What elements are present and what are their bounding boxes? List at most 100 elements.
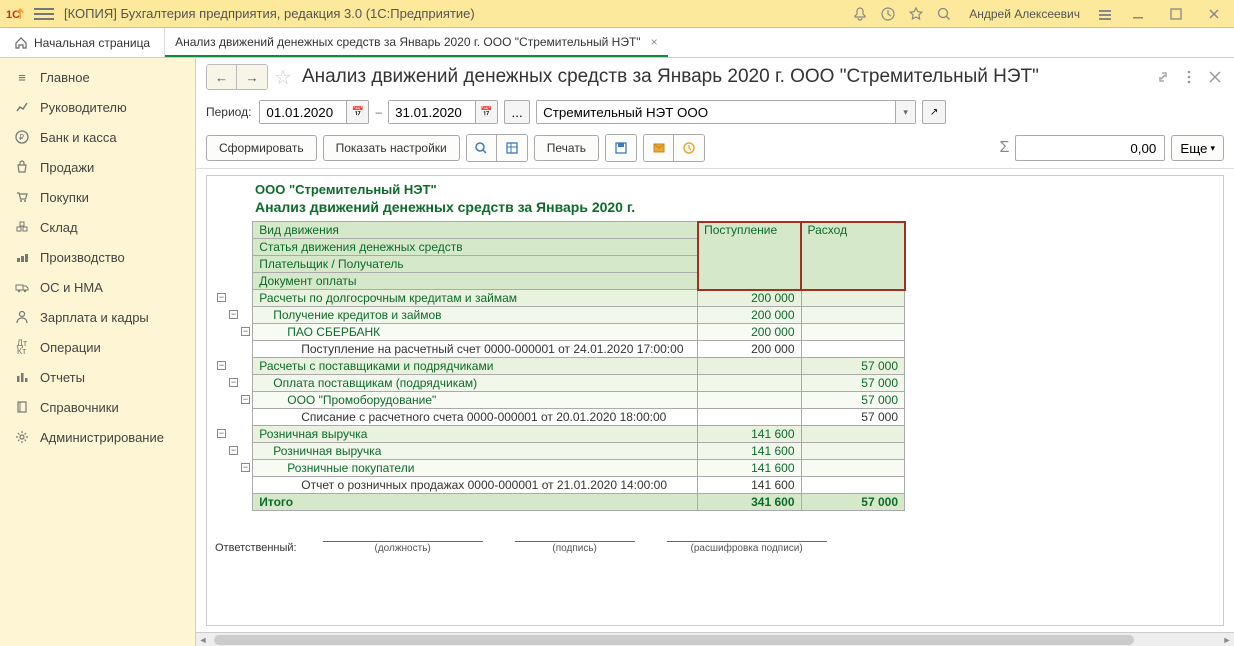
star-icon[interactable] <box>907 5 925 23</box>
bell-icon[interactable] <box>851 5 869 23</box>
tab-close-icon[interactable]: × <box>651 35 658 49</box>
sidebar-item-operations[interactable]: ДтКтОперации <box>0 332 195 362</box>
home-icon <box>14 36 28 50</box>
sidebar-item-reports[interactable]: Отчеты <box>0 362 195 392</box>
username-label[interactable]: Андрей Алексеевич <box>969 5 1080 23</box>
tab-document[interactable]: Анализ движений денежных средств за Янва… <box>165 28 667 57</box>
tab-home[interactable]: Начальная страница <box>0 28 165 57</box>
boxes-icon <box>14 219 30 235</box>
organization-select[interactable]: ▾ <box>536 100 916 124</box>
table-row[interactable]: −Расчеты по долгосрочным кредитам и займ… <box>215 290 905 307</box>
dtkt-icon: ДтКт <box>14 339 30 355</box>
tree-collapse-icon[interactable]: − <box>229 446 238 455</box>
tree-collapse-icon[interactable]: − <box>217 293 226 302</box>
sidebar-item-warehouse[interactable]: Склад <box>0 212 195 242</box>
tree-collapse-icon[interactable]: − <box>241 395 250 404</box>
maximize-icon[interactable] <box>1162 5 1190 23</box>
table-row[interactable]: Списание с расчетного счета 0000-000001 … <box>215 409 905 426</box>
sidebar: ≡Главное Руководителю ₽Банк и касса Прод… <box>0 58 196 646</box>
signature-block: Ответственный: (должность) (подпись) (ра… <box>215 541 1215 554</box>
total-in: 341 600 <box>698 494 801 511</box>
content-area: ← → ☆ Анализ движений денежных средств з… <box>196 58 1234 646</box>
horizontal-scrollbar[interactable]: ◄► <box>196 632 1234 646</box>
organization-field[interactable] <box>537 101 895 123</box>
kebab-icon[interactable] <box>1180 68 1198 86</box>
tree-collapse-icon[interactable]: − <box>217 429 226 438</box>
sidebar-item-main[interactable]: ≡Главное <box>0 62 195 92</box>
tab-bar: Начальная страница Анализ движений денеж… <box>0 28 1234 58</box>
table-row[interactable]: −Оплата поставщикам (подрядчикам)57 000 <box>215 375 905 392</box>
sidebar-item-assets[interactable]: ОС и НМА <box>0 272 195 302</box>
search-icon[interactable] <box>935 5 953 23</box>
person-icon <box>14 309 30 325</box>
history-icon[interactable] <box>879 5 897 23</box>
tree-collapse-icon[interactable]: − <box>241 327 250 336</box>
report-area[interactable]: ООО "Стремительный НЭТ" Анализ движений … <box>196 169 1234 632</box>
tree-collapse-icon[interactable]: − <box>229 310 238 319</box>
link-icon[interactable] <box>1154 68 1172 86</box>
nav-back-button[interactable]: ← <box>207 65 237 89</box>
show-settings-button[interactable]: Показать настройки <box>323 135 460 161</box>
calendar-icon[interactable]: 📅 <box>475 101 497 123</box>
generate-button[interactable]: Сформировать <box>206 135 317 161</box>
date-from-field[interactable] <box>260 101 346 123</box>
user-menu-icon[interactable] <box>1096 5 1114 23</box>
sidebar-item-production[interactable]: Производство <box>0 242 195 272</box>
save-button[interactable] <box>606 135 636 161</box>
table-row[interactable]: −Получение кредитов и займов200 000 <box>215 307 905 324</box>
menu-lines-icon: ≡ <box>14 69 30 85</box>
table-row[interactable]: Поступление на расчетный счет 0000-00000… <box>215 341 905 358</box>
table-row[interactable]: −Розничная выручка141 600 <box>215 426 905 443</box>
date-to-input[interactable]: 📅 <box>388 100 498 124</box>
table-row[interactable]: −ООО "Промоборудование"57 000 <box>215 392 905 409</box>
sidebar-item-catalogs[interactable]: Справочники <box>0 392 195 422</box>
sum-field[interactable] <box>1015 135 1165 161</box>
minimize-icon[interactable] <box>1124 5 1152 23</box>
menu-icon[interactable] <box>34 4 54 24</box>
more-button[interactable]: Еще ▾ <box>1171 135 1224 161</box>
close-panel-icon[interactable] <box>1206 68 1224 86</box>
sidebar-item-admin[interactable]: Администрирование <box>0 422 195 452</box>
period-select-button[interactable]: ... <box>504 100 530 124</box>
sigma-icon: Σ <box>999 139 1009 157</box>
tree-collapse-icon[interactable]: − <box>217 361 226 370</box>
window-title: [КОПИЯ] Бухгалтерия предприятия, редакци… <box>64 6 851 21</box>
tab-document-label: Анализ движений денежных средств за Янва… <box>175 35 640 49</box>
table-row[interactable]: −Расчеты с поставщиками и подрядчиками57… <box>215 358 905 375</box>
open-external-button[interactable]: ↗ <box>922 100 946 124</box>
report-org-line: ООО "Стремительный НЭТ" <box>255 182 1215 197</box>
nav-buttons: ← → <box>206 64 268 90</box>
tree-collapse-icon[interactable]: − <box>229 378 238 387</box>
table-row[interactable]: −ПАО СБЕРБАНК200 000 <box>215 324 905 341</box>
sidebar-item-bank[interactable]: ₽Банк и касса <box>0 122 195 152</box>
date-from-input[interactable]: 📅 <box>259 100 369 124</box>
header-in: Поступление <box>698 222 801 290</box>
bag-icon <box>14 159 30 175</box>
date-to-field[interactable] <box>389 101 475 123</box>
table-row[interactable]: Отчет о розничных продажах 0000-000001 о… <box>215 477 905 494</box>
tab-home-label: Начальная страница <box>34 36 150 50</box>
table-row[interactable]: −Розничная выручка141 600 <box>215 443 905 460</box>
book-icon <box>14 399 30 415</box>
expand-all-button[interactable] <box>497 135 527 161</box>
sidebar-item-manager[interactable]: Руководителю <box>0 92 195 122</box>
nav-forward-button[interactable]: → <box>237 65 267 89</box>
period-label: Период: <box>206 105 251 119</box>
close-icon[interactable] <box>1200 5 1228 23</box>
svg-text:₽: ₽ <box>19 133 24 142</box>
settings-button[interactable] <box>674 135 704 161</box>
email-button[interactable] <box>644 135 674 161</box>
total-label: Итого <box>253 494 698 511</box>
report-table: Вид движения Поступление Расход Статья д… <box>215 221 905 511</box>
total-out: 57 000 <box>801 494 904 511</box>
table-row[interactable]: −Розничные покупатели141 600 <box>215 460 905 477</box>
dropdown-icon[interactable]: ▾ <box>895 101 915 123</box>
sidebar-item-sales[interactable]: Продажи <box>0 152 195 182</box>
find-button[interactable] <box>467 135 497 161</box>
tree-collapse-icon[interactable]: − <box>241 463 250 472</box>
favorite-star-icon[interactable]: ☆ <box>274 65 292 90</box>
calendar-icon[interactable]: 📅 <box>346 101 368 123</box>
print-button[interactable]: Печать <box>534 135 599 161</box>
sidebar-item-purchases[interactable]: Покупки <box>0 182 195 212</box>
sidebar-item-hr[interactable]: Зарплата и кадры <box>0 302 195 332</box>
